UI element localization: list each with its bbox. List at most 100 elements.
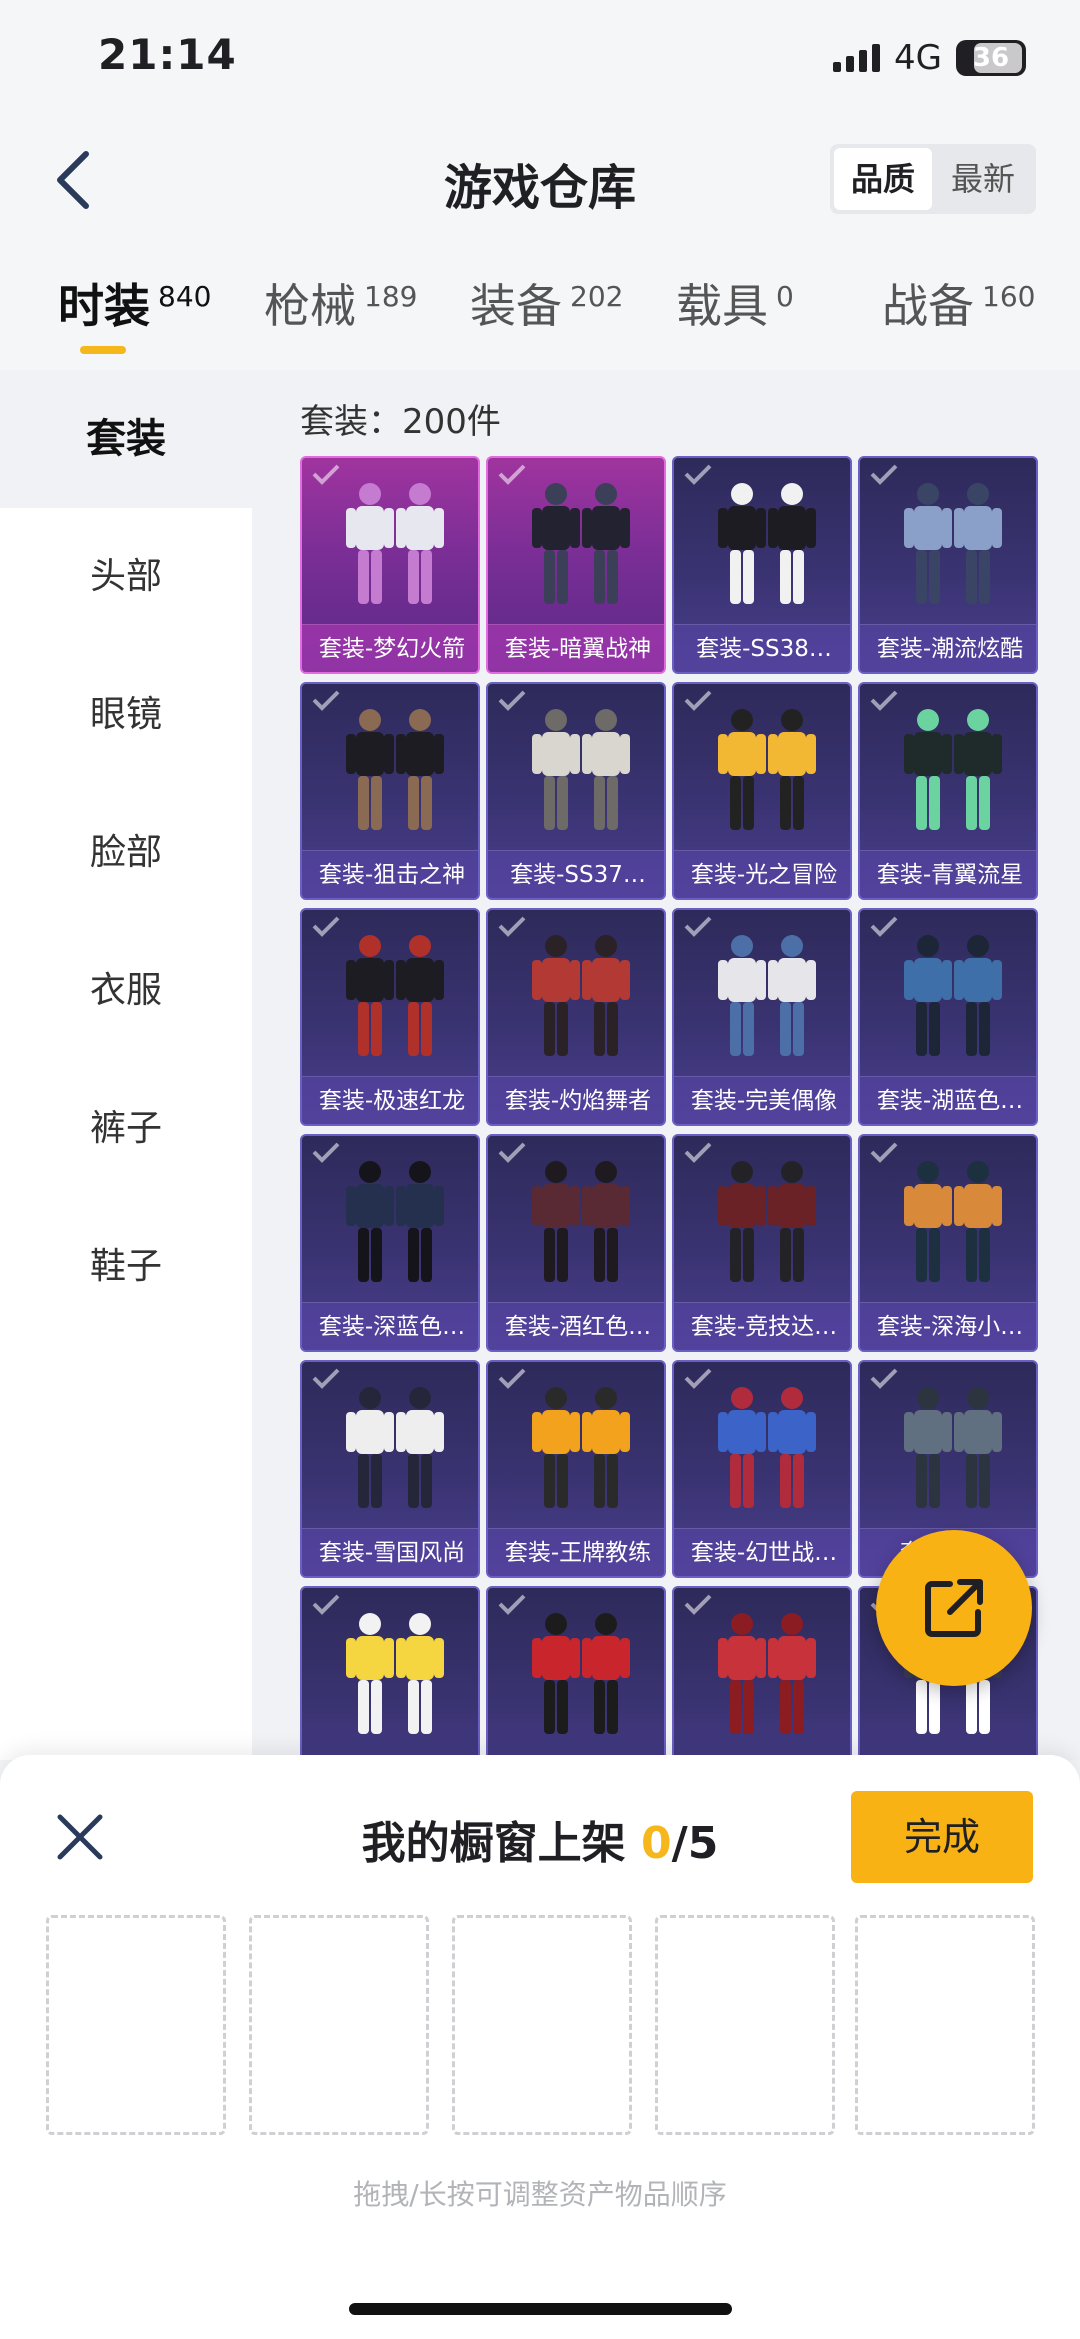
outfit-image: [904, 1387, 1002, 1508]
sidebar-item-head[interactable]: 头部: [0, 508, 252, 646]
sidebar-item-clothes[interactable]: 衣服: [0, 922, 252, 1060]
item-tile[interactable]: 套装-湖蓝色…: [858, 908, 1038, 1126]
outfit-image: [718, 935, 816, 1056]
item-name: 套装-幻世战…: [674, 1528, 850, 1576]
outfit-image: [904, 709, 1002, 830]
outfit-image: [346, 1613, 444, 1734]
share-button[interactable]: [876, 1530, 1032, 1686]
sidebar-item-pants[interactable]: 裤子: [0, 1060, 252, 1198]
share-icon: [925, 1579, 983, 1637]
item-tile[interactable]: 套装-雪国风尚: [300, 1360, 480, 1578]
tab-label: 载具: [676, 279, 768, 333]
showcase-total-count: /5: [671, 1818, 719, 1869]
item-name: 套装-光之冒险: [674, 850, 850, 898]
showcase-slot[interactable]: [855, 1915, 1035, 2135]
item-name: 套装-深海小…: [860, 1302, 1036, 1350]
outfit-image: [346, 483, 444, 604]
tab-label: 枪械: [264, 279, 356, 333]
item-name: 套装-王牌教练: [488, 1528, 664, 1576]
showcase-slot[interactable]: [249, 1915, 429, 2135]
showcase-used-count: 0: [641, 1818, 672, 1869]
sidebar-item-glasses[interactable]: 眼镜: [0, 646, 252, 784]
sidebar-item-shoes[interactable]: 鞋子: [0, 1198, 252, 1336]
item-name: 套装-竞技达…: [674, 1302, 850, 1350]
showcase-title-text: 我的橱窗上架: [361, 1818, 626, 1869]
signal-icon: [833, 44, 880, 72]
outfit-image: [346, 1161, 444, 1282]
showcase-slot[interactable]: [46, 1915, 226, 2135]
sort-quality-button[interactable]: 品质: [834, 148, 932, 210]
outfit-image: [718, 1387, 816, 1508]
item-tile[interactable]: 套装-狙击之神: [300, 682, 480, 900]
tab-count: 202: [570, 280, 624, 313]
item-tile[interactable]: 套装-深海小…: [858, 1134, 1038, 1352]
item-tile[interactable]: 套装-竞技达…: [672, 1134, 852, 1352]
outfit-image: [532, 1161, 630, 1282]
battery-level: 36: [972, 43, 1010, 73]
showcase-slot[interactable]: [655, 1915, 835, 2135]
item-name: 套装-SS37…: [488, 850, 664, 898]
showcase-sheet: 我的橱窗上架 0/5 完成 拖拽/长按可调整资产物品顺序: [0, 1755, 1080, 2339]
outfit-image: [532, 935, 630, 1056]
done-button[interactable]: 完成: [851, 1791, 1033, 1883]
item-tile[interactable]: [486, 1586, 666, 1760]
item-name: 套装-SS38…: [674, 624, 850, 672]
tab-guns[interactable]: 枪械 189: [264, 270, 417, 366]
tab-vehicles[interactable]: 载具 0: [676, 270, 794, 366]
outfit-image: [904, 935, 1002, 1056]
battery-icon: 36: [956, 40, 1026, 76]
item-tile[interactable]: 套装-暗翼战神: [486, 456, 666, 674]
sidebar-item-face[interactable]: 脸部: [0, 784, 252, 922]
item-name: 套装-青翼流星: [860, 850, 1036, 898]
item-tile[interactable]: [672, 1586, 852, 1760]
active-tab-indicator: [80, 346, 126, 354]
item-name: 套装-深蓝色…: [302, 1302, 478, 1350]
item-name: 套装-雪国风尚: [302, 1528, 478, 1576]
tab-label: 时装: [58, 279, 150, 333]
item-tile[interactable]: 套装-光之冒险: [672, 682, 852, 900]
item-tile[interactable]: 套装-SS38…: [672, 456, 852, 674]
network-label: 4G: [894, 38, 942, 78]
item-tile[interactable]: 套装-王牌教练: [486, 1360, 666, 1578]
item-name: 套装-狙击之神: [302, 850, 478, 898]
outfit-image: [718, 1613, 816, 1734]
item-tile[interactable]: 套装-完美偶像: [672, 908, 852, 1126]
item-tile[interactable]: 套装-灼焰舞者: [486, 908, 666, 1126]
tab-count: 0: [776, 280, 794, 313]
item-name: 套装-灼焰舞者: [488, 1076, 664, 1124]
item-tile[interactable]: 套装-梦幻火箭: [300, 456, 480, 674]
item-name: 套装-极速红龙: [302, 1076, 478, 1124]
outfit-image: [904, 483, 1002, 604]
item-tile[interactable]: 套装-潮流炫酷: [858, 456, 1038, 674]
sidebar-item-suit[interactable]: 套装: [0, 370, 252, 508]
item-name: 套装-完美偶像: [674, 1076, 850, 1124]
tab-count: 189: [364, 280, 418, 313]
outfit-image: [532, 483, 630, 604]
tab-supplies[interactable]: 战备 160: [882, 270, 1035, 366]
item-name: 套装-梦幻火箭: [302, 624, 478, 672]
item-name: 套装-湖蓝色…: [860, 1076, 1036, 1124]
outfit-image: [718, 709, 816, 830]
outfit-image: [532, 1387, 630, 1508]
item-tile[interactable]: 套装-幻世战…: [672, 1360, 852, 1578]
tab-equipment[interactable]: 装备 202: [470, 270, 623, 366]
item-tile[interactable]: 套装-青翼流星: [858, 682, 1038, 900]
status-bar: 21:14 4G 36: [0, 0, 1080, 120]
outfit-image: [718, 1161, 816, 1282]
tab-label: 战备: [882, 279, 974, 333]
outfit-image: [718, 483, 816, 604]
item-tile[interactable]: [300, 1586, 480, 1760]
item-count-label: 套装：200件: [300, 402, 501, 442]
outfit-image: [532, 709, 630, 830]
showcase-slot[interactable]: [452, 1915, 632, 2135]
tab-count: 160: [982, 280, 1036, 313]
item-tile[interactable]: 套装-SS37…: [486, 682, 666, 900]
outfit-image: [346, 1387, 444, 1508]
item-name: 套装-潮流炫酷: [860, 624, 1036, 672]
tab-count: 840: [158, 280, 212, 313]
item-tile[interactable]: 套装-极速红龙: [300, 908, 480, 1126]
item-tile[interactable]: 套装-酒红色…: [486, 1134, 666, 1352]
sort-toggle[interactable]: 品质 最新: [830, 144, 1036, 214]
item-tile[interactable]: 套装-深蓝色…: [300, 1134, 480, 1352]
sort-latest-button[interactable]: 最新: [934, 148, 1032, 210]
